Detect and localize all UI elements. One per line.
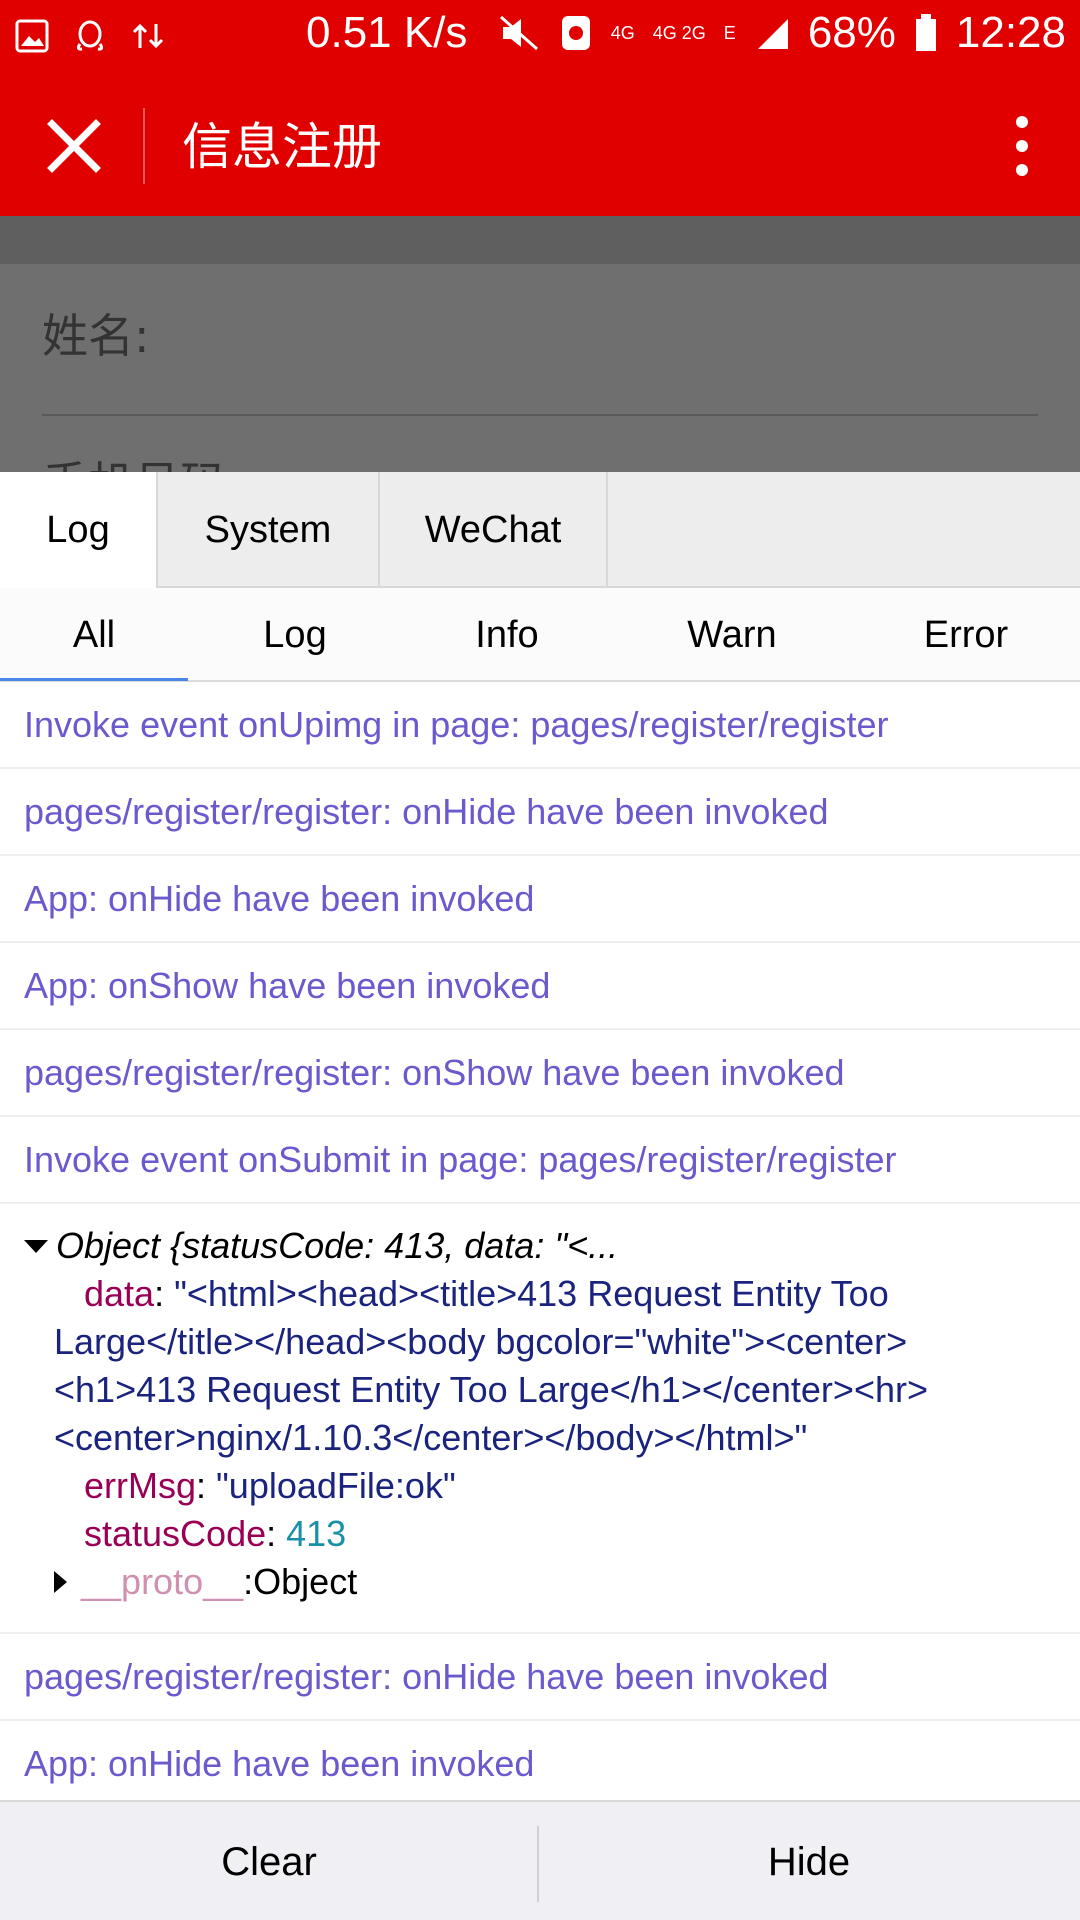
collapse-caret-icon <box>54 1571 67 1593</box>
battery-icon <box>915 14 936 51</box>
status-bar: 0.51 K/s 4G 4G 2G E 68% 12:28 <box>0 0 1080 76</box>
network-speed: 0.51 K/s <box>306 8 468 57</box>
property-value-cont: <center>nginx/1.10.3</center></body></ht… <box>54 1417 808 1458</box>
filter-error[interactable]: Error <box>852 588 1080 682</box>
sim-icon <box>561 16 590 50</box>
property-key: errMsg <box>84 1465 197 1506</box>
tab-wechat[interactable]: WeChat <box>380 472 608 588</box>
log-item: App: onShow have been invoked <box>0 943 1080 1030</box>
vconsole-panel: Log System WeChat All Log Info Warn Erro… <box>0 472 1080 1920</box>
name-field-label: 姓名: <box>42 309 150 363</box>
property-statuscode: statusCode: 413 <box>84 1513 347 1554</box>
network-type-4g-2g: 4G 2G <box>652 23 706 43</box>
filter-warn[interactable]: Warn <box>612 588 852 682</box>
more-options-icon[interactable] <box>992 110 1052 182</box>
page-title: 信息注册 <box>182 118 382 176</box>
log-item: pages/register/register: onShow have bee… <box>0 1030 1080 1117</box>
tab-system[interactable]: System <box>158 472 380 588</box>
filter-all[interactable]: All <box>0 588 188 682</box>
network-type-e: E <box>723 22 736 43</box>
log-item: pages/register/register: onHide have bee… <box>0 1634 1080 1721</box>
clear-button[interactable]: Clear <box>0 1802 538 1920</box>
filter-info[interactable]: Info <box>402 588 612 682</box>
header-divider <box>143 108 145 184</box>
object-summary: Object {statusCode: 413, data: "<... <box>56 1225 619 1266</box>
app-header: 信息注册 <box>0 76 1080 216</box>
property-errmsg: errMsg: "uploadFile:ok" <box>84 1465 456 1506</box>
property-value: "uploadFile:ok" <box>216 1465 456 1506</box>
page-strip <box>0 216 1080 264</box>
object-summary-toggle[interactable]: Object {statusCode: 413, data: "<... <box>24 1222 1080 1270</box>
log-item: App: onHide have been invoked <box>0 1721 1080 1808</box>
log-item: pages/register/register: onHide have bee… <box>0 769 1080 856</box>
clock: 12:28 <box>955 8 1066 57</box>
property-value: 413 <box>286 1513 347 1554</box>
log-list: Invoke event onUpimg in page: pages/regi… <box>0 682 1080 1808</box>
property-value: Object <box>253 1561 358 1602</box>
filter-log[interactable]: Log <box>188 588 402 682</box>
log-item: Invoke event onSubmit in page: pages/reg… <box>0 1117 1080 1204</box>
phone-field-label: 手机号码 <box>42 448 226 472</box>
property-value: "<html><head><title>413 Request Entity T… <box>174 1273 889 1314</box>
property-key: __proto__ <box>81 1561 244 1602</box>
object-properties: data: "<html><head><title>413 Request En… <box>24 1270 1080 1606</box>
network-type-4g: 4G <box>610 23 635 43</box>
status-notifications <box>14 18 166 54</box>
qq-icon <box>76 20 104 51</box>
data-transfer-icon <box>132 23 164 49</box>
expand-caret-icon <box>24 1239 48 1253</box>
property-key: data <box>84 1273 155 1314</box>
battery-percent: 68% <box>807 8 896 57</box>
page-overlay: 姓名: 手机号码 <box>0 216 1080 472</box>
mute-icon <box>499 15 538 51</box>
log-item: Invoke event onUpimg in page: pages/regi… <box>0 682 1080 769</box>
property-value-cont: <h1>413 Request Entity Too Large</h1></c… <box>54 1369 929 1410</box>
property-value-cont: Large</title></head><body bgcolor="white… <box>54 1321 908 1362</box>
active-filter-indicator <box>0 678 188 681</box>
property-data: data: "<html><head><title>413 Request En… <box>84 1273 889 1314</box>
footer-divider <box>537 1826 539 1902</box>
close-icon[interactable] <box>34 106 114 186</box>
status-indicators: 4G 4G 2G E 68% 12:28 <box>497 8 1066 58</box>
property-key: statusCode <box>84 1513 267 1554</box>
object-log-item: Object {statusCode: 413, data: "<... dat… <box>0 1204 1080 1634</box>
console-footer: Clear Hide <box>0 1800 1080 1920</box>
log-item: App: onHide have been invoked <box>0 856 1080 943</box>
property-proto[interactable]: __proto__: Object <box>54 1558 1080 1606</box>
log-filter-tabs: All Log Info Warn Error <box>0 588 1080 682</box>
console-tabs: Log System WeChat <box>0 472 1080 588</box>
name-field-underline <box>42 414 1038 416</box>
signal-icon <box>757 19 788 49</box>
hide-button[interactable]: Hide <box>540 1802 1078 1920</box>
gallery-icon <box>15 19 49 53</box>
tab-log[interactable]: Log <box>0 472 158 588</box>
